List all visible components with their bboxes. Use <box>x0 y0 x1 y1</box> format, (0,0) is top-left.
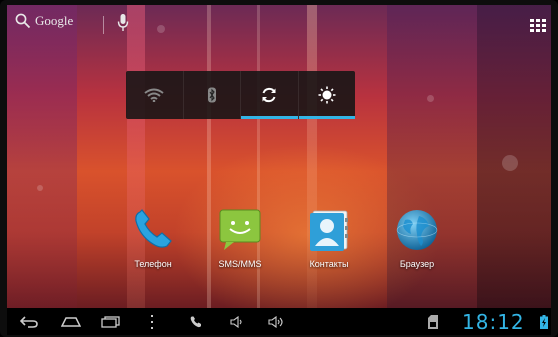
home-icon <box>61 316 81 327</box>
sync-toggle[interactable] <box>241 71 299 119</box>
phone-shortcut[interactable]: Телефон <box>113 208 193 269</box>
volume-up-button[interactable] <box>265 308 287 335</box>
wallpaper-bokeh <box>427 95 434 102</box>
voice-search-button[interactable] <box>117 13 129 38</box>
sd-card-icon <box>428 314 438 329</box>
search-divider <box>103 16 104 34</box>
wifi-icon <box>144 88 164 102</box>
browser-label: Браузер <box>399 259 435 269</box>
menu-button[interactable] <box>145 308 159 335</box>
phone-label: Телефон <box>134 259 172 269</box>
contacts-shortcut[interactable]: Контакты <box>289 208 369 269</box>
menu-dots-icon <box>151 314 153 329</box>
sd-card-indicator <box>425 308 441 335</box>
status-clock: 18:12 <box>462 310 525 334</box>
battery-indicator <box>539 308 549 335</box>
phone-icon <box>131 208 175 252</box>
power-control-widget <box>126 71 355 119</box>
wallpaper-bokeh <box>157 25 165 33</box>
wifi-toggle[interactable] <box>126 71 184 119</box>
sms-shortcut[interactable]: SMS/MMS <box>200 208 280 269</box>
bluetooth-icon <box>207 87 216 103</box>
wallpaper-bokeh <box>37 185 43 191</box>
back-arrow-icon <box>20 315 38 328</box>
brightness-icon <box>318 86 336 104</box>
apps-grid-icon <box>530 19 546 32</box>
sms-icon <box>218 208 262 252</box>
contacts-label: Контакты <box>309 259 349 269</box>
wallpaper-streak <box>7 5 77 308</box>
home-button[interactable] <box>57 308 85 335</box>
recent-apps-icon <box>101 315 120 328</box>
back-button[interactable] <box>15 308 43 335</box>
volume-down-button[interactable] <box>227 308 247 335</box>
all-apps-button[interactable] <box>530 19 546 38</box>
contacts-icon <box>307 208 351 252</box>
bluetooth-toggle[interactable] <box>184 71 241 119</box>
volume-down-icon <box>230 315 242 328</box>
battery-charging-icon <box>540 314 548 329</box>
google-search-label: Google <box>35 13 74 28</box>
browser-shortcut[interactable]: Браузер <box>377 208 457 269</box>
call-button[interactable] <box>187 308 205 335</box>
phone-small-icon <box>190 316 201 327</box>
wallpaper-bokeh <box>502 155 518 171</box>
sms-label: SMS/MMS <box>218 259 262 269</box>
volume-up-icon <box>268 315 283 328</box>
home-screen: Google Телефон SMS/MMS Контакты Браузер <box>7 5 551 308</box>
search-icon <box>15 13 31 29</box>
browser-globe-icon <box>395 208 439 252</box>
sync-icon <box>262 87 276 103</box>
device-frame: Google Телефон SMS/MMS Контакты Браузер … <box>0 0 558 337</box>
google-search-bar[interactable]: Google <box>15 13 73 29</box>
brightness-toggle[interactable] <box>298 71 356 119</box>
microphone-icon <box>117 14 129 31</box>
recent-apps-button[interactable] <box>97 308 125 335</box>
system-navigation-bar: 18:12 <box>7 308 551 335</box>
